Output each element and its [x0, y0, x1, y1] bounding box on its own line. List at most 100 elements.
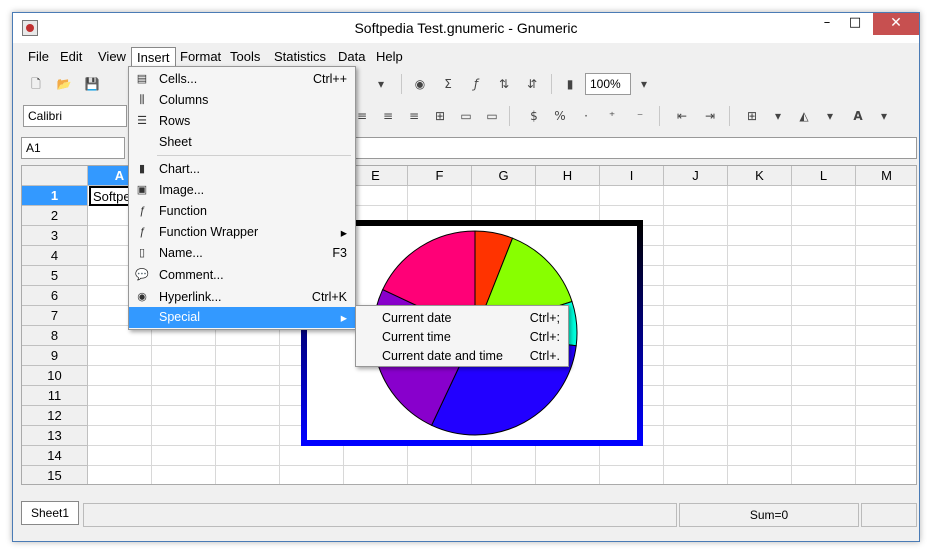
menu-format[interactable]: Format	[175, 47, 226, 67]
row-header-12[interactable]: 12	[22, 406, 88, 426]
horizontal-scrollbar[interactable]	[21, 487, 917, 501]
close-button[interactable]: ✕	[873, 13, 919, 35]
currency-format-icon[interactable]: $	[525, 107, 543, 125]
redo-dropdown-icon[interactable]: ▾	[372, 75, 390, 93]
menu-item-rows[interactable]: ☰ Rows	[129, 111, 355, 132]
row-header-7[interactable]: 7	[22, 306, 88, 326]
align-right-icon[interactable]: ≡	[405, 107, 423, 125]
row-header-15[interactable]: 15	[22, 466, 88, 484]
menu-help[interactable]: Help	[371, 47, 408, 67]
menu-item-name[interactable]: ▯ Name... F3	[129, 243, 355, 264]
font-color-dropdown-icon[interactable]: ▾	[875, 107, 893, 125]
row-header-10[interactable]: 10	[22, 366, 88, 386]
chart-icon: ▮	[138, 163, 146, 175]
insert-menu: ▤ Cells... Ctrl++ ⫼ Columns ☰ Rows Sheet…	[128, 66, 356, 330]
row-header-1[interactable]: 1	[22, 186, 88, 206]
menu-item-comment[interactable]: 💬 Comment...	[129, 265, 355, 286]
image-icon: ▣	[136, 184, 148, 196]
row-header-2[interactable]: 2	[22, 206, 88, 226]
menu-item-hyperlink[interactable]: ◉ Hyperlink... Ctrl+K	[129, 287, 355, 308]
menu-item-current-date-and-time[interactable]: Current date and time Ctrl+.	[356, 346, 568, 367]
percent-format-icon[interactable]: %	[551, 107, 569, 125]
function-icon: ƒ	[138, 205, 146, 217]
decrease-decimals-icon[interactable]: ⁻	[631, 107, 649, 125]
function-wizard-icon[interactable]: ƒ	[467, 75, 485, 93]
cell-reference-box[interactable]: A1	[21, 137, 125, 159]
menu-tools[interactable]: Tools	[225, 47, 265, 67]
column-header-k[interactable]: K	[728, 166, 792, 186]
menu-item-chart[interactable]: ▮ Chart...	[129, 159, 355, 180]
menu-data[interactable]: Data	[333, 47, 370, 67]
column-header-m[interactable]: M	[856, 166, 916, 186]
special-submenu: Current date Ctrl+; Current time Ctrl+: …	[355, 305, 569, 367]
rows-icon: ☰	[137, 115, 147, 127]
increase-indent-icon[interactable]: ⇥	[701, 107, 719, 125]
formula-input[interactable]	[351, 137, 917, 159]
insert-chart-icon[interactable]: ▮	[561, 75, 579, 93]
increase-decimals-icon[interactable]: ⁺	[603, 107, 621, 125]
sum-icon[interactable]: Σ	[439, 75, 457, 93]
row-header-13[interactable]: 13	[22, 426, 88, 446]
menu-item-current-time[interactable]: Current time Ctrl+:	[356, 327, 568, 348]
row-header-4[interactable]: 4	[22, 246, 88, 266]
title-bar: Softpedia Test.gnumeric - Gnumeric – □ ✕	[13, 13, 919, 43]
columns-icon: ⫼	[139, 94, 145, 106]
column-header-f[interactable]: F	[408, 166, 472, 186]
submenu-arrow-icon: ▸	[340, 226, 347, 240]
center-across-icon[interactable]: ▭	[457, 107, 475, 125]
menu-item-current-date[interactable]: Current date Ctrl+;	[356, 308, 568, 329]
row-header-9[interactable]: 9	[22, 346, 88, 366]
select-all-corner[interactable]	[22, 166, 88, 186]
menu-item-sheet[interactable]: Sheet	[129, 132, 355, 153]
font-color-icon[interactable]: A	[849, 107, 867, 125]
row-header-3[interactable]: 3	[22, 226, 88, 246]
function-wrapper-icon: ƒ	[138, 226, 146, 238]
maximize-button[interactable]: □	[841, 13, 869, 35]
borders-dropdown-icon[interactable]: ▾	[769, 107, 787, 125]
menu-view[interactable]: View	[93, 47, 131, 67]
row-header-6[interactable]: 6	[22, 286, 88, 306]
row-header-8[interactable]: 8	[22, 326, 88, 346]
menu-file[interactable]: File	[23, 47, 54, 67]
menu-item-cells[interactable]: ▤ Cells... Ctrl++	[129, 69, 355, 90]
thousands-separator-icon[interactable]: ·	[577, 107, 595, 125]
column-header-g[interactable]: G	[472, 166, 536, 186]
merge-cells-icon[interactable]: ⊞	[431, 107, 449, 125]
zoom-combo[interactable]: 100%	[585, 73, 631, 95]
menu-insert[interactable]: Insert	[131, 47, 176, 67]
menu-item-image[interactable]: ▣ Image...	[129, 180, 355, 201]
align-center-icon[interactable]: ≡	[379, 107, 397, 125]
borders-icon[interactable]: ⊞	[743, 107, 761, 125]
cells-icon: ▤	[136, 73, 148, 85]
column-header-j[interactable]: J	[664, 166, 728, 186]
save-icon[interactable]: 💾	[83, 75, 101, 93]
background-dropdown-icon[interactable]: ▾	[821, 107, 839, 125]
status-mode-panel	[861, 503, 917, 527]
decrease-indent-icon[interactable]: ⇤	[673, 107, 691, 125]
comment-icon: 💬	[135, 269, 149, 281]
row-header-11[interactable]: 11	[22, 386, 88, 406]
font-name-combo[interactable]: Calibri	[23, 105, 127, 127]
new-document-icon[interactable]: 🗋	[27, 75, 45, 93]
column-header-h[interactable]: H	[536, 166, 600, 186]
split-cells-icon[interactable]: ▭	[483, 107, 501, 125]
globe-hyperlink-icon[interactable]: ◉	[411, 75, 429, 93]
minimize-button[interactable]: –	[813, 13, 841, 35]
menu-item-function-wrapper[interactable]: ƒ Function Wrapper ▸	[129, 222, 355, 243]
open-folder-icon[interactable]: 📂	[55, 75, 73, 93]
column-header-l[interactable]: L	[792, 166, 856, 186]
menu-item-special[interactable]: Special ▸	[129, 307, 355, 328]
menu-item-function[interactable]: ƒ Function	[129, 201, 355, 222]
menu-statistics[interactable]: Statistics	[269, 47, 331, 67]
sheet-tab-sheet1[interactable]: Sheet1	[21, 501, 79, 525]
row-header-14[interactable]: 14	[22, 446, 88, 466]
menu-item-columns[interactable]: ⫼ Columns	[129, 90, 355, 111]
column-header-i[interactable]: I	[600, 166, 664, 186]
sort-ascending-icon[interactable]: ⇅	[495, 75, 513, 93]
background-color-icon[interactable]: ◭	[795, 107, 813, 125]
menu-edit[interactable]: Edit	[55, 47, 87, 67]
row-header-5[interactable]: 5	[22, 266, 88, 286]
submenu-arrow-icon: ▸	[340, 311, 347, 325]
zoom-dropdown-icon[interactable]: ▾	[635, 75, 653, 93]
sort-descending-icon[interactable]: ⇵	[523, 75, 541, 93]
